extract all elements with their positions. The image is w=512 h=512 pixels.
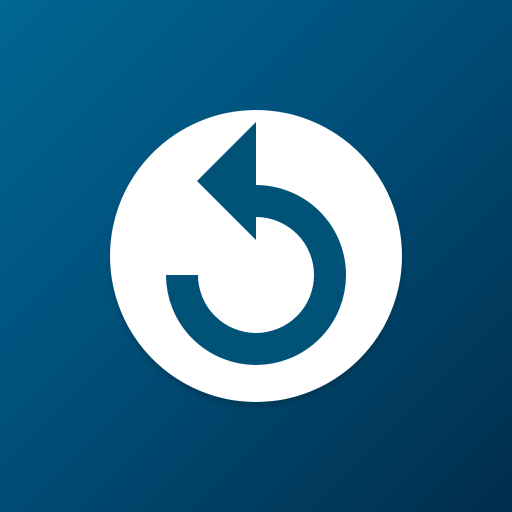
icon-badge bbox=[110, 110, 402, 402]
app-icon-tile bbox=[0, 0, 512, 512]
undo-icon bbox=[166, 122, 346, 365]
